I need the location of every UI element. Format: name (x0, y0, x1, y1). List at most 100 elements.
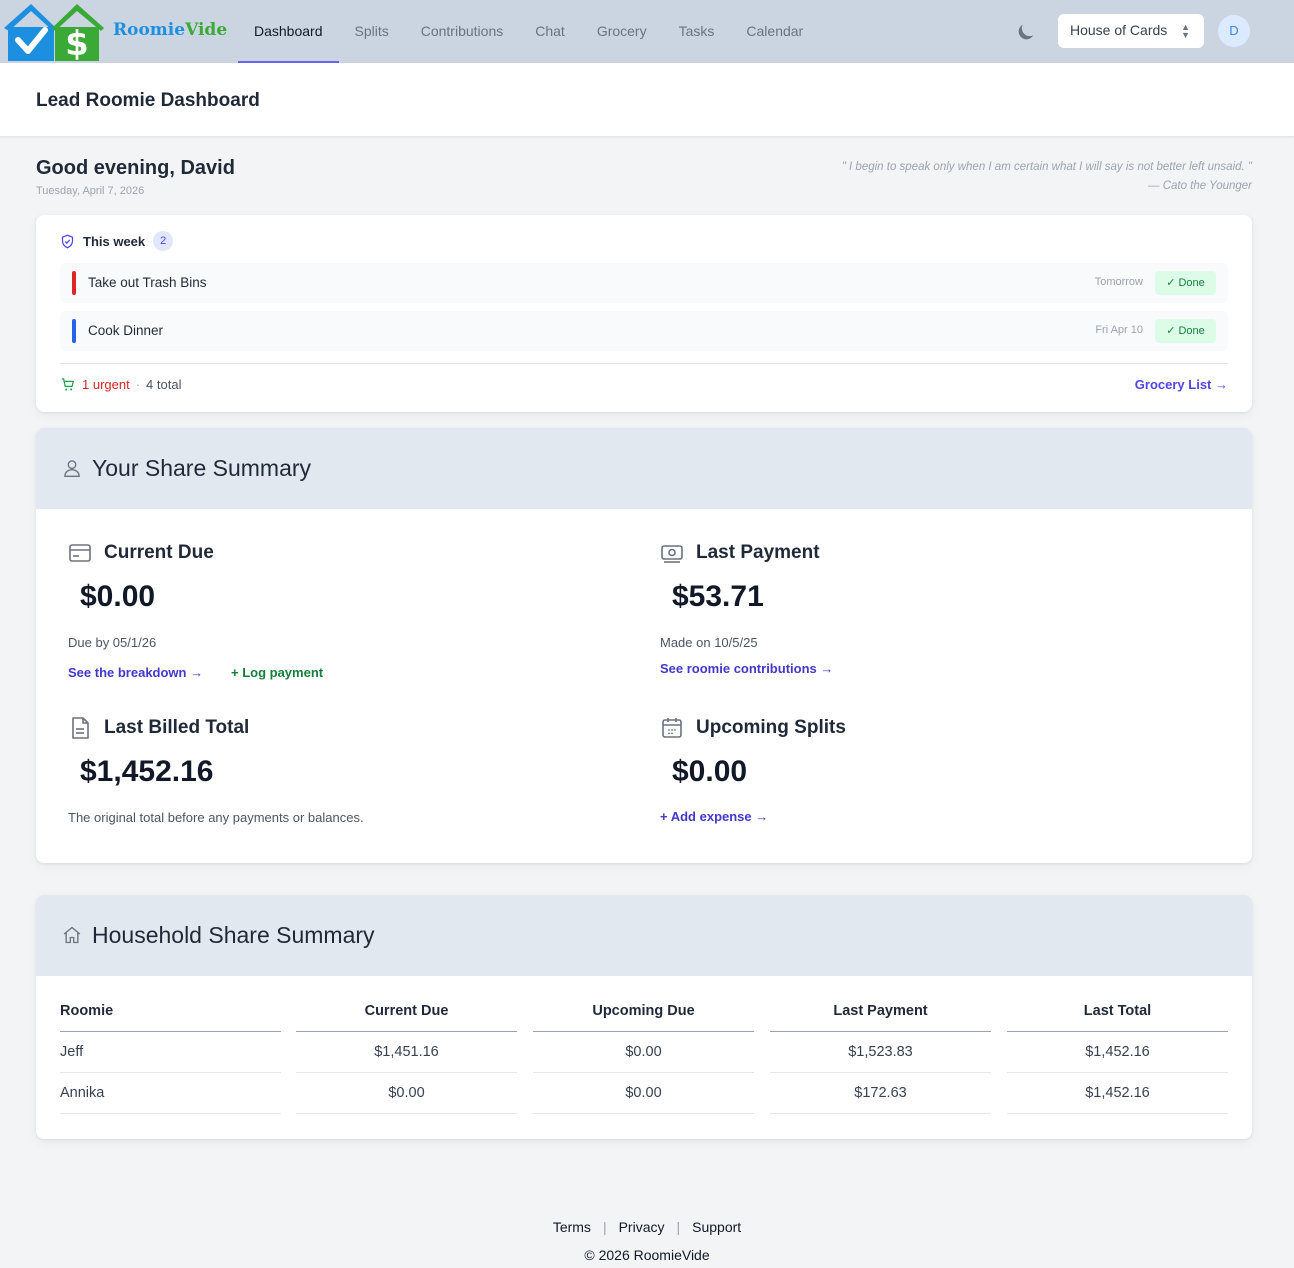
header-upcoming-due: Upcoming Due (533, 999, 754, 1032)
footer-privacy-link[interactable]: Privacy (619, 1219, 665, 1235)
task-name: Take out Trash Bins (88, 275, 207, 290)
header-roomie: Roomie (60, 999, 281, 1032)
page-header: Lead Roomie Dashboard (0, 63, 1294, 137)
nav-item-dashboard[interactable]: Dashboard (238, 0, 339, 63)
share-summary-card: Your Share Summary Current Due $0.00 Due… (36, 428, 1252, 863)
last-payment-label: Last Payment (696, 542, 820, 563)
avatar[interactable]: D (1218, 15, 1250, 47)
upcoming-splits-header: Upcoming Splits (660, 717, 846, 739)
nav-item-chat[interactable]: Chat (519, 0, 581, 63)
cell-current-due: $0.00 (296, 1073, 517, 1114)
current-date: Tuesday, April 7, 2026 (36, 185, 145, 197)
this-week-header: This week 2 (60, 231, 174, 251)
page-title: Lead Roomie Dashboard (36, 90, 260, 111)
task-row[interactable]: Take out Trash Bins Tomorrow ✓ Done (60, 263, 1228, 303)
header-current-due: Current Due (296, 999, 517, 1032)
task-due: Tomorrow (1094, 276, 1143, 288)
this-week-card: This week 2 Take out Trash Bins Tomorrow… (36, 215, 1252, 412)
last-billed-value: $1,452.16 (80, 755, 214, 788)
footer-links: Terms | Privacy | Support (0, 1219, 1294, 1235)
see-breakdown-link[interactable]: See the breakdown → (68, 665, 203, 680)
last-billed-description: The original total before any payments o… (68, 810, 364, 825)
calendar-icon (662, 718, 682, 738)
urgent-count: 1 urgent (82, 377, 130, 392)
total-count: 4 total (146, 377, 182, 392)
priority-bar (72, 319, 76, 343)
logo-icon[interactable]: $ (4, 0, 104, 62)
shield-check-icon (61, 234, 74, 248)
cell-last-total: $1,452.16 (1007, 1032, 1228, 1073)
divider (60, 363, 1228, 364)
grocery-list-link[interactable]: Grocery List → (1135, 377, 1228, 392)
done-button[interactable]: ✓ Done (1155, 271, 1216, 295)
log-payment-link[interactable]: + Log payment (231, 665, 323, 680)
grocery-summary: 1 urgent · 4 total (60, 377, 181, 392)
brand-name[interactable]: RoomieVide (113, 20, 227, 40)
household-summary-title: Household Share Summary (92, 922, 375, 948)
house-select[interactable]: House of Cards ▲ ▼ (1058, 14, 1204, 48)
nav-item-contributions[interactable]: Contributions (405, 0, 520, 63)
current-due-value: $0.00 (80, 580, 156, 613)
cart-icon (61, 378, 74, 391)
greeting: Good evening, David (36, 157, 235, 179)
roomie-contributions-link[interactable]: See roomie contributions → (660, 661, 833, 676)
chevron-updown-icon: ▲ ▼ (1181, 22, 1190, 40)
cell-roomie: Annika (60, 1073, 281, 1114)
column-last-total: Last Total $1,452.16 $1,452.16 (1007, 999, 1228, 1114)
current-due-label: Current Due (104, 542, 214, 563)
footer-terms-link[interactable]: Terms (553, 1219, 591, 1235)
this-week-label: This week (83, 233, 146, 249)
cell-upcoming-due: $0.00 (533, 1073, 754, 1114)
last-billed-label: Last Billed Total (104, 717, 250, 738)
cell-last-total: $1,452.16 (1007, 1073, 1228, 1114)
footer-separator: | (602, 1219, 607, 1235)
nav-links: Dashboard Splits Contributions Chat Groc… (238, 0, 819, 63)
column-current-due: Current Due $1,451.16 $0.00 (296, 999, 517, 1114)
add-expense-link[interactable]: + Add expense → (660, 809, 768, 824)
moon-icon[interactable] (1015, 21, 1037, 43)
footer-support-link[interactable]: Support (692, 1219, 741, 1235)
task-name: Cook Dinner (88, 323, 164, 338)
task-row[interactable]: Cook Dinner Fri Apr 10 ✓ Done (60, 311, 1228, 351)
upcoming-splits-label: Upcoming Splits (696, 717, 846, 738)
user-icon (64, 460, 80, 477)
brand-part-2: Vide (185, 20, 228, 40)
svg-text:$: $ (65, 24, 89, 62)
dot-separator: · (135, 377, 141, 392)
household-summary-header: Household Share Summary (36, 895, 1252, 976)
copyright: © 2026 RoomieVide (584, 1247, 710, 1263)
header-last-total: Last Total (1007, 999, 1228, 1032)
column-roomie: Roomie Jeff Annika (60, 999, 281, 1114)
last-billed-header: Last Billed Total (68, 717, 249, 739)
quote: " I begin to speak only when I am certai… (841, 161, 1252, 192)
task-count-badge: 2 (153, 231, 174, 251)
upcoming-splits-value: $0.00 (672, 755, 748, 788)
house-select-value: House of Cards (1070, 22, 1168, 38)
current-due-header: Current Due (68, 542, 214, 564)
last-payment-header: Last Payment (660, 542, 820, 564)
header-last-payment: Last Payment (770, 999, 991, 1032)
cell-current-due: $1,451.16 (296, 1032, 517, 1073)
cell-roomie: Jeff (60, 1032, 281, 1073)
share-summary-title: Your Share Summary (92, 455, 312, 481)
top-navbar: $ RoomieVide Dashboard Splits Contributi… (0, 0, 1294, 63)
nav-item-splits[interactable]: Splits (339, 0, 405, 63)
credit-card-icon (69, 544, 91, 562)
nav-item-grocery[interactable]: Grocery (581, 0, 663, 63)
priority-bar (72, 271, 76, 295)
household-summary-card: Household Share Summary Roomie Jeff Anni… (36, 895, 1252, 1139)
nav-item-calendar[interactable]: Calendar (730, 0, 819, 63)
task-due: Fri Apr 10 (1095, 324, 1143, 336)
cell-last-payment: $1,523.83 (770, 1032, 991, 1073)
current-due-date: Due by 05/1/26 (68, 635, 157, 650)
cell-upcoming-due: $0.00 (533, 1032, 754, 1073)
share-summary-header: Your Share Summary (36, 428, 1252, 509)
last-payment-value: $53.71 (672, 580, 764, 613)
cell-last-payment: $172.63 (770, 1073, 991, 1114)
column-last-payment: Last Payment $1,523.83 $172.63 (770, 999, 991, 1114)
done-button[interactable]: ✓ Done (1155, 319, 1216, 343)
footer-separator: | (676, 1219, 681, 1235)
home-icon (63, 926, 81, 944)
document-icon (72, 717, 89, 739)
nav-item-tasks[interactable]: Tasks (663, 0, 731, 63)
